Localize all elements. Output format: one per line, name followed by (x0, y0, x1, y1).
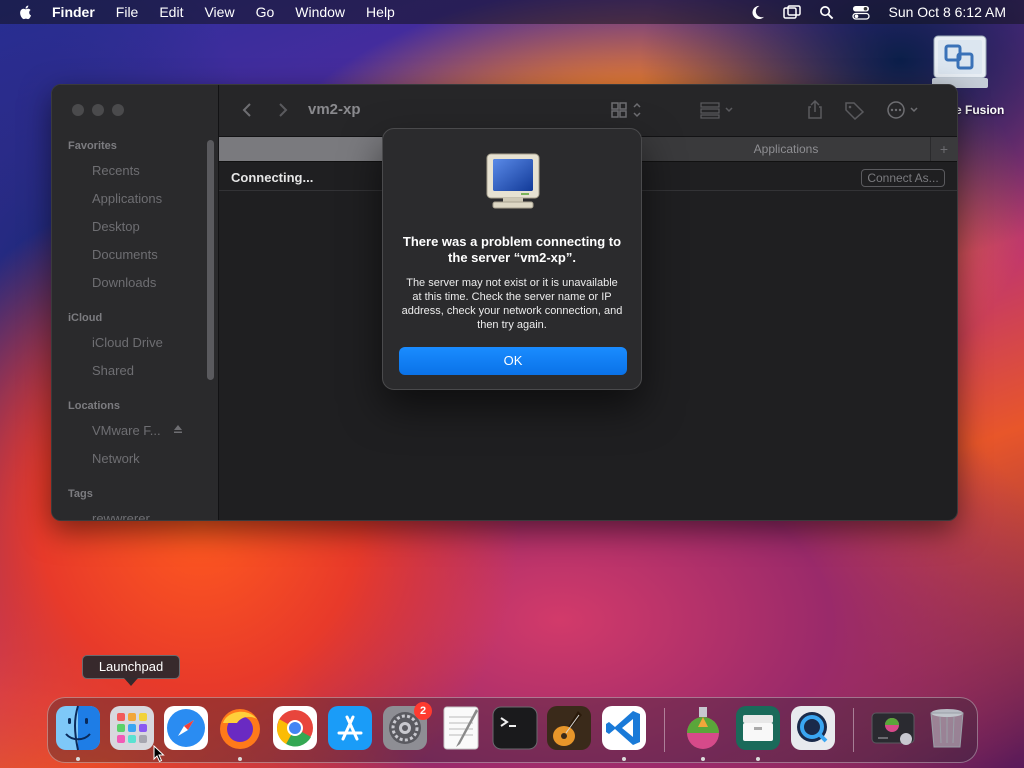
terminal-dock-icon[interactable] (492, 705, 538, 751)
share-icon[interactable] (806, 100, 824, 120)
tag-icon[interactable] (843, 100, 865, 120)
trash-dock-icon[interactable] (924, 705, 970, 751)
sidebar-item-applications[interactable]: Applications (92, 191, 162, 206)
control-center-icon[interactable] (852, 5, 871, 20)
dialog-message: The server may not exist or it is unavai… (401, 277, 623, 331)
sidebar-header-tags: Tags (68, 488, 93, 500)
macos-installer-dock-icon[interactable] (680, 705, 726, 751)
sidebar-item-shared[interactable]: Shared (92, 363, 134, 378)
forward-chevron-icon[interactable] (277, 102, 289, 118)
dock-separator (853, 708, 854, 752)
menu-window[interactable]: Window (295, 0, 345, 24)
search-icon[interactable] (819, 5, 834, 20)
running-indicator (76, 757, 80, 761)
back-chevron-icon[interactable] (241, 102, 253, 118)
view-grid-icon[interactable] (610, 100, 646, 120)
launchpad-tooltip: Launchpad (82, 655, 180, 679)
archive-utility-dock-icon[interactable] (735, 705, 781, 751)
tab-applications[interactable]: Applications (642, 137, 930, 161)
menu-extras: Sun Oct 8 6:12 AM (750, 0, 1006, 24)
dock-separator (664, 708, 665, 752)
running-indicator (701, 757, 705, 761)
sidebar-item-vmware-share[interactable]: VMware F... (92, 423, 161, 438)
server-monitor-icon (486, 153, 540, 209)
menu-view[interactable]: View (204, 0, 234, 24)
running-indicator (622, 757, 626, 761)
sidebar-item-network[interactable]: Network (92, 451, 140, 466)
finder-dock-icon[interactable] (55, 705, 101, 751)
menu-file[interactable]: File (116, 0, 139, 24)
sidebar-header-locations: Locations (68, 400, 120, 412)
new-tab-button[interactable]: + (930, 137, 957, 161)
launchpad-dock-icon[interactable] (109, 705, 155, 751)
sidebar-item-desktop[interactable]: Desktop (92, 219, 140, 234)
close-button[interactable] (72, 104, 84, 116)
window-title: vm2-xp (308, 101, 361, 118)
menu-go[interactable]: Go (256, 0, 275, 24)
quicktime-dock-icon[interactable] (790, 705, 836, 751)
notification-badge: 2 (414, 702, 432, 720)
mouse-cursor-icon (153, 745, 165, 763)
menu-edit[interactable]: Edit (159, 0, 183, 24)
garageband-dock-icon[interactable] (546, 705, 592, 751)
sidebar-item-recents[interactable]: Recents (92, 163, 140, 178)
more-actions-icon[interactable] (885, 100, 923, 120)
desktop-icon-label[interactable]: e Fusion (955, 103, 1004, 117)
ok-button[interactable]: OK (399, 347, 627, 375)
menu-bar: Finder File Edit View Go Window Help Sun… (0, 0, 1024, 24)
menu-finder[interactable]: Finder (52, 0, 95, 24)
sidebar-item-tag[interactable]: rewwrerer (92, 511, 150, 520)
firefox-dock-icon[interactable] (217, 705, 263, 751)
group-by-icon[interactable] (699, 100, 737, 120)
downloads-stack-dock-icon[interactable] (870, 705, 916, 751)
connect-as-button[interactable]: Connect As... (861, 169, 945, 187)
tab-vm2-xp[interactable] (219, 137, 382, 161)
vscode-dock-icon[interactable] (601, 705, 647, 751)
tooltip-arrow (124, 678, 138, 686)
safari-dock-icon[interactable] (163, 705, 209, 751)
screen-mirroring-icon[interactable] (783, 4, 802, 20)
dialog-title: There was a problem connecting to the se… (402, 234, 622, 265)
running-indicator (756, 757, 760, 761)
dock (47, 697, 978, 763)
alert-dialog: There was a problem connecting to the se… (382, 128, 642, 390)
zoom-button[interactable] (112, 104, 124, 116)
sidebar-header-favorites: Favorites (68, 140, 117, 152)
sidebar-item-downloads[interactable]: Downloads (92, 275, 156, 290)
sidebar-header-icloud: iCloud (68, 312, 103, 324)
sidebar-item-icloud-drive[interactable]: iCloud Drive (92, 335, 163, 350)
apple-icon[interactable] (18, 4, 34, 20)
eject-icon[interactable] (173, 424, 183, 434)
finder-sidebar: Favorites Recents Applications Desktop D… (52, 85, 219, 520)
minimize-button[interactable] (92, 104, 104, 116)
menu-help[interactable]: Help (366, 0, 395, 24)
app-store-dock-icon[interactable] (327, 705, 373, 751)
chrome-dock-icon[interactable] (272, 705, 318, 751)
sidebar-item-documents[interactable]: Documents (92, 247, 158, 262)
textedit-dock-icon[interactable] (438, 705, 484, 751)
clock[interactable]: Sun Oct 8 6:12 AM (888, 4, 1006, 20)
sidebar-scrollbar[interactable] (207, 140, 214, 380)
running-indicator (238, 757, 242, 761)
connecting-status: Connecting... (231, 170, 314, 185)
moon-icon[interactable] (750, 5, 765, 20)
